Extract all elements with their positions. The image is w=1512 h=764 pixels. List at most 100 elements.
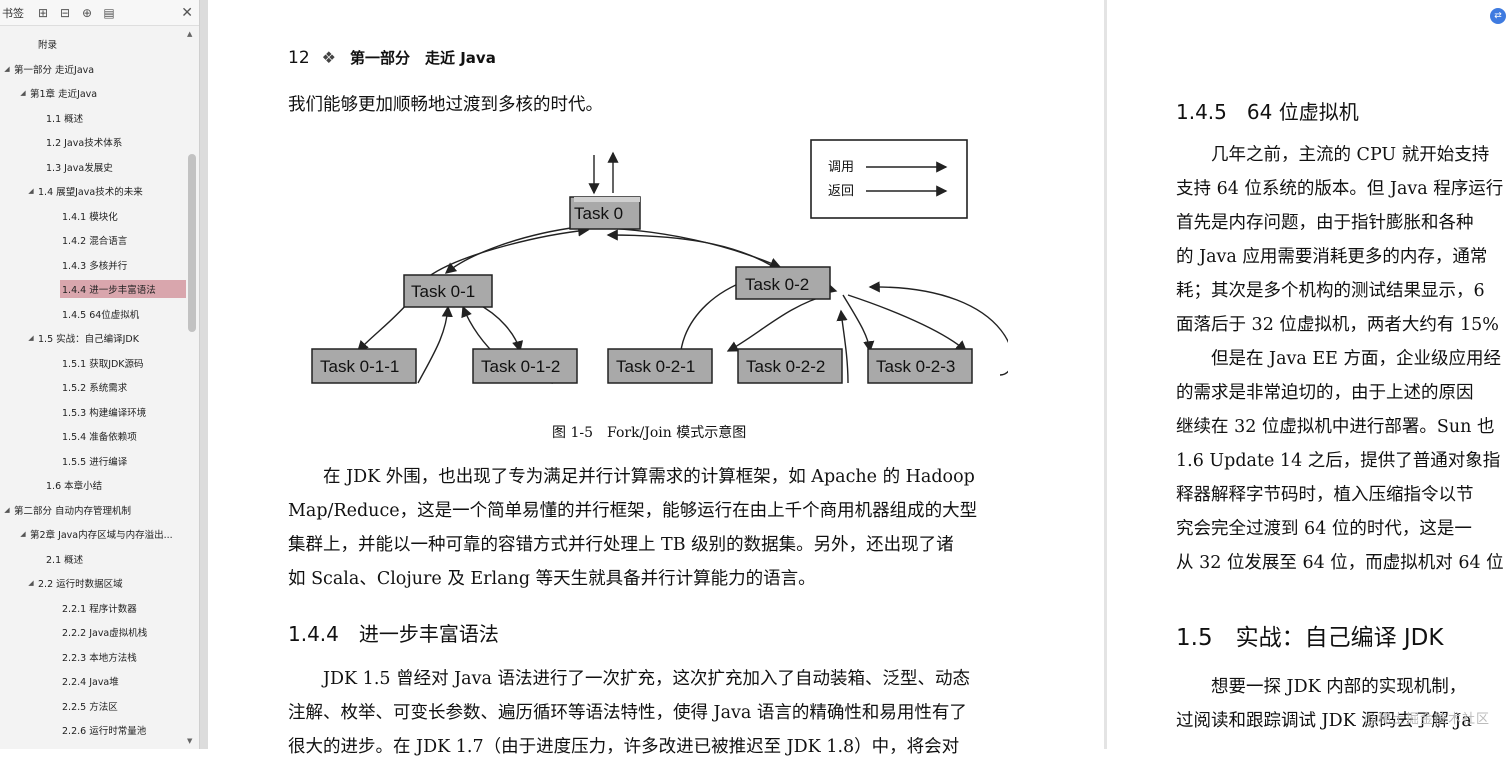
bookmark-label: 2.2 运行时数据区域 xyxy=(38,579,123,591)
add-bookmark-icon[interactable]: ⊕ xyxy=(76,3,98,23)
bookmark-label: 附录 xyxy=(38,40,58,52)
legend-call: 调用 xyxy=(828,160,854,175)
text-line: Map/Reduce，这是一个简单易懂的并行框架，能够运行在由上千个商用机器组成… xyxy=(288,501,978,521)
bookmark-label: 第2章 Java内存区域与内存溢出... xyxy=(30,530,173,542)
bookmark-item[interactable]: 2.2.4 Java堆 xyxy=(0,669,186,694)
bookmark-label: 1.2 Java技术体系 xyxy=(46,138,123,150)
page-number: 12 xyxy=(288,47,310,68)
bookmark-item[interactable]: 1.4.1 模块化 xyxy=(0,204,186,229)
sidebar-splitter[interactable] xyxy=(200,0,208,749)
text-line: 1.6 Update 14 之后，提供了普通对象指 xyxy=(1176,451,1501,471)
header-ornament-icon: ❖ xyxy=(321,48,336,67)
bookmark-label: 第1章 走近Java xyxy=(30,89,98,101)
text-line: 究会完全过渡到 64 位的时代，这是一 xyxy=(1176,519,1472,539)
bookmark-item[interactable]: 1.4.5 64位虚拟机 xyxy=(0,302,186,327)
bookmark-label: 2.2.3 本地方法栈 xyxy=(62,652,137,664)
bookmark-label: 1.4.1 模块化 xyxy=(62,211,118,223)
bookmark-item[interactable]: 1.2 Java技术体系 xyxy=(0,130,186,155)
text-line: 几年之前，主流的 CPU 就开始支持 xyxy=(1176,145,1490,165)
node-task-0-2: Task 0-2 xyxy=(745,275,809,294)
expand-toggle-icon[interactable]: ◢ xyxy=(2,506,12,514)
bookmark-item[interactable]: ◢ 第2章 Java内存区域与内存溢出... xyxy=(0,522,186,547)
legend-return: 返回 xyxy=(828,184,854,199)
bookmark-label: 1.4.3 多核并行 xyxy=(62,260,128,272)
expand-toggle-icon[interactable]: ◢ xyxy=(26,579,36,587)
bookmark-label: 1.5.4 准备依赖项 xyxy=(62,432,137,444)
running-header: 12 ❖ 第一部分 走近 Java xyxy=(288,47,496,68)
bookmark-item[interactable]: ◢ 第一部分 走近Java xyxy=(0,57,186,82)
bookmark-label: 1.1 概述 xyxy=(46,113,84,125)
bookmark-options-icon[interactable]: ▤ xyxy=(98,3,120,23)
bookmark-label: 1.5.5 进行编译 xyxy=(62,456,128,468)
bookmark-tree: 附录 ◢ 第一部分 走近Java ◢ 第1章 走近Java 1.1 概述 1.2 Java技… xyxy=(0,32,186,743)
bookmark-item[interactable]: 1.4.3 多核并行 xyxy=(0,253,186,278)
close-icon[interactable]: ✕ xyxy=(181,5,193,21)
collapse-all-icon[interactable]: ⊟ xyxy=(54,3,76,23)
bookmark-label: 1.4.5 64位虚拟机 xyxy=(62,309,140,321)
bookmark-sidebar: 书签 ⊞ ⊟ ⊕ ▤ ✕ 附录 ◢ 第一部分 走近Java ◢ 第1章 走近Java 1.… xyxy=(0,0,200,749)
node-task-0-1: Task 0-1 xyxy=(411,282,475,301)
section-heading-1-4-4: 1.4.4 进一步丰富语法 xyxy=(288,622,499,646)
bookmark-item[interactable]: 2.2.6 运行时常量池 xyxy=(0,718,186,743)
bookmark-item[interactable]: 1.5.3 构建编译环境 xyxy=(0,400,186,425)
section-heading-1-4-5: 1.4.5 64 位虚拟机 xyxy=(1176,100,1359,124)
bookmark-item[interactable]: 1.3 Java发展史 xyxy=(0,155,186,180)
bookmark-item[interactable]: ◢ 2.2 运行时数据区域 xyxy=(0,571,186,596)
paragraph-jdk-source: 想要一探 JDK 内部的实现机制， 过阅读和跟踪调试 JDK 源码去了解 Ja xyxy=(1176,670,1472,738)
sidebar-scrollbar[interactable]: ▲ ▼ xyxy=(187,30,197,745)
expand-toggle-icon[interactable]: ◢ xyxy=(18,89,28,97)
node-task-0-2-1: Task 0-2-1 xyxy=(616,357,695,376)
expand-toggle-icon[interactable]: ◢ xyxy=(26,334,36,342)
translate-icon[interactable]: ⇄ xyxy=(1490,8,1506,24)
bookmark-label: 1.6 本章小结 xyxy=(46,481,103,493)
text-line: JDK 1.5 曾经对 Java 语法进行了一次扩充，这次扩充加入了自动装箱、泛… xyxy=(288,669,970,689)
bookmark-item[interactable]: 2.2.5 方法区 xyxy=(0,694,186,719)
bookmark-item[interactable]: ◢ 1.5 实战：自己编译JDK xyxy=(0,326,186,351)
bookmark-item[interactable]: 2.2.3 本地方法栈 xyxy=(0,645,186,670)
expand-toggle-icon[interactable]: ◢ xyxy=(2,65,12,73)
text-line: 从 32 位发展至 64 位，而虚拟机对 64 位 xyxy=(1176,553,1504,573)
bookmark-item[interactable]: 2.2.2 Java虚拟机栈 xyxy=(0,620,186,645)
bookmark-item[interactable]: 2.2.1 程序计数器 xyxy=(0,596,186,621)
bookmark-label: 1.5.2 系统需求 xyxy=(62,383,128,395)
bookmark-item[interactable]: ◢ 第二部分 自动内存管理机制 xyxy=(0,498,186,523)
node-task-0-1-2: Task 0-1-2 xyxy=(481,357,560,376)
expand-toggle-icon[interactable]: ◢ xyxy=(18,530,28,538)
bookmark-item[interactable]: 1.5.1 获取JDK源码 xyxy=(0,351,186,376)
bookmark-label: 1.4.4 进一步丰富语法 xyxy=(60,280,186,299)
bookmark-item[interactable]: ◢ 1.4 展望Java技术的未来 xyxy=(0,179,186,204)
bookmark-item[interactable]: ◢ 第1章 走近Java xyxy=(0,81,186,106)
bookmark-label: 2.2.5 方法区 xyxy=(62,701,118,713)
text-line: 注解、枚举、可变长参数、遍历循环等语法特性，使得 Java 语言的精确性和易用性… xyxy=(288,703,967,723)
bookmark-label: 2.2.6 运行时常量池 xyxy=(62,726,147,738)
bookmark-label: 1.4.2 混合语言 xyxy=(62,236,128,248)
scroll-down-icon[interactable]: ▼ xyxy=(187,737,192,745)
bookmark-item[interactable]: 附录 xyxy=(0,32,186,57)
bookmark-item[interactable]: 1.4.4 进一步丰富语法 xyxy=(0,277,186,302)
node-task-0: Task 0 xyxy=(574,204,623,223)
bookmark-label: 第二部分 自动内存管理机制 xyxy=(14,505,132,517)
bookmark-item[interactable]: 1.1 概述 xyxy=(0,106,186,131)
expand-toggle-icon[interactable]: ◢ xyxy=(26,187,36,195)
bookmark-item[interactable]: 1.5.5 进行编译 xyxy=(0,449,186,474)
text-line: 集群上，并能以一种可靠的容错方式并行处理上 TB 级别的数据集。另外，还出现了诸 xyxy=(288,535,954,555)
bookmark-label: 1.3 Java发展史 xyxy=(46,162,113,174)
bookmark-item[interactable]: 2.1 概述 xyxy=(0,547,186,572)
bookmark-item[interactable]: 1.5.2 系统需求 xyxy=(0,375,186,400)
bookmark-item[interactable]: 1.6 本章小结 xyxy=(0,473,186,498)
text-line: 释器解释字节码时，植入压缩指令以节 xyxy=(1176,485,1474,505)
expand-all-icon[interactable]: ⊞ xyxy=(32,3,54,23)
scroll-up-icon[interactable]: ▲ xyxy=(187,30,192,38)
bookmark-item[interactable]: 1.5.4 准备依赖项 xyxy=(0,424,186,449)
bookmark-item[interactable]: 1.4.2 混合语言 xyxy=(0,228,186,253)
text-line: 面落后于 32 位虚拟机，两者大约有 15% xyxy=(1176,315,1499,335)
pdf-page-right: 1.4.5 64 位虚拟机 几年之前，主流的 CPU 就开始支持 支持 64 位… xyxy=(1107,0,1512,749)
text-line: 耗；其次是多个机构的测试结果显示，6 xyxy=(1176,281,1485,301)
scrollbar-thumb[interactable] xyxy=(188,154,196,332)
paragraph-hadoop: 在 JDK 外围，也出现了专为满足并行计算需求的计算框架，如 Apache 的 … xyxy=(288,460,1048,596)
text-line: 很大的进步。在 JDK 1.7（由于进度压力，许多改进已被推迟至 JDK 1.8… xyxy=(288,737,960,757)
text-line: 的需求是非常迫切的，由于上述的原因 xyxy=(1176,383,1474,403)
sidebar-title: 书签 xyxy=(2,6,24,20)
bookmark-label: 1.4 展望Java技术的未来 xyxy=(38,187,143,199)
fork-join-figure: Task 0 Task 0-1 Task 0-2 Task 0-1-1 Task… xyxy=(311,139,1008,384)
